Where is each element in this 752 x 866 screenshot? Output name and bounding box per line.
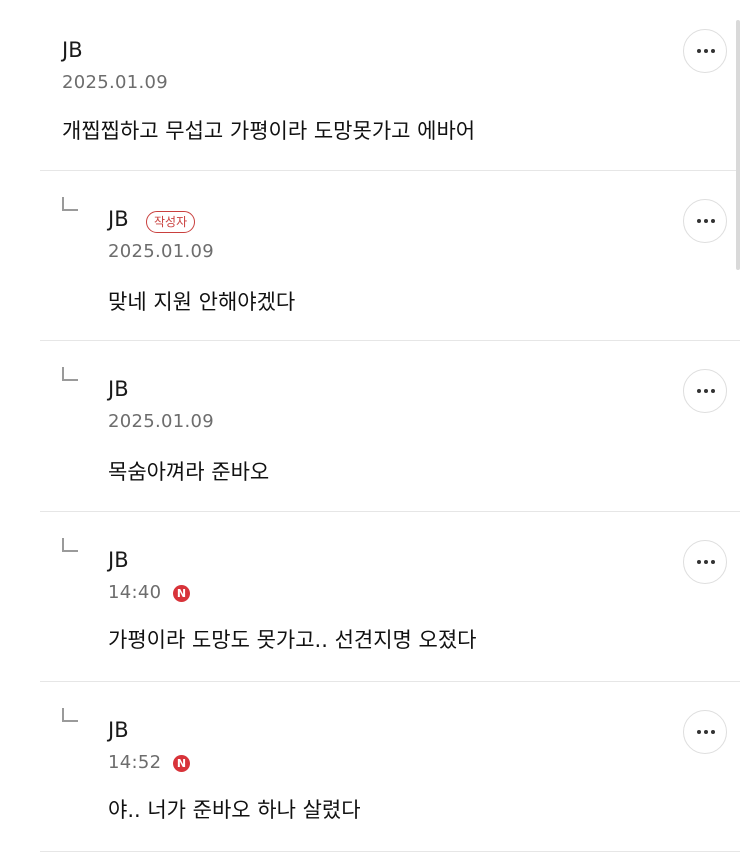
comment-item: JB 2025.01.09 개찝찝하고 무섭고 가평이라 도망못가고 에바어 bbox=[0, 0, 752, 170]
reply-item: JB 작성자 2025.01.09 맞네 지원 안해야겠다 bbox=[0, 171, 752, 341]
reply-item: JB 2025.01.09 목숨아껴라 준바오 bbox=[0, 341, 752, 511]
comment-date: 14:40 bbox=[108, 582, 162, 603]
reply-arrow-icon bbox=[62, 367, 78, 381]
comment-text: 목숨아껴라 준바오 bbox=[108, 460, 270, 484]
more-dots-icon bbox=[697, 730, 715, 735]
comment-text: 맞네 지원 안해야겠다 bbox=[108, 290, 296, 314]
more-dots-icon bbox=[697, 560, 715, 565]
comment-text: 야.. 너가 준바오 하나 살렸다 bbox=[108, 798, 361, 822]
reply-arrow-icon bbox=[62, 197, 78, 211]
new-badge-icon: N bbox=[173, 585, 190, 602]
more-dots-icon bbox=[697, 49, 715, 54]
reply-arrow-icon bbox=[62, 538, 78, 552]
comment-author[interactable]: JB bbox=[108, 548, 129, 572]
comment-date: 2025.01.09 bbox=[108, 411, 215, 432]
reply-arrow-icon bbox=[62, 708, 78, 722]
comment-text: 개찝찝하고 무섭고 가평이라 도망못가고 에바어 bbox=[62, 119, 476, 143]
more-options-button[interactable] bbox=[683, 540, 727, 584]
scrollbar-thumb[interactable] bbox=[736, 20, 740, 270]
more-dots-icon bbox=[697, 219, 715, 224]
more-options-button[interactable] bbox=[683, 29, 727, 73]
comment-date: 2025.01.09 bbox=[62, 72, 169, 93]
more-options-button[interactable] bbox=[683, 710, 727, 754]
comment-author[interactable]: JB bbox=[108, 207, 129, 231]
more-options-button[interactable] bbox=[683, 369, 727, 413]
comment-date: 14:52 bbox=[108, 752, 162, 773]
comment-text: 가평이라 도망도 못가고.. 선견지명 오졌다 bbox=[108, 628, 477, 652]
comment-author[interactable]: JB bbox=[108, 718, 129, 742]
reply-item: JB 14:40 N 가평이라 도망도 못가고.. 선견지명 오졌다 bbox=[0, 512, 752, 682]
divider bbox=[40, 851, 740, 852]
comment-date: 2025.01.09 bbox=[108, 241, 215, 262]
comment-author[interactable]: JB bbox=[108, 377, 129, 401]
comment-author[interactable]: JB bbox=[62, 38, 83, 62]
reply-item: JB 14:52 N 야.. 너가 준바오 하나 살렸다 bbox=[0, 682, 752, 852]
more-dots-icon bbox=[697, 389, 715, 394]
author-badge: 작성자 bbox=[146, 211, 196, 233]
new-badge-icon: N bbox=[173, 755, 190, 772]
more-options-button[interactable] bbox=[683, 199, 727, 243]
